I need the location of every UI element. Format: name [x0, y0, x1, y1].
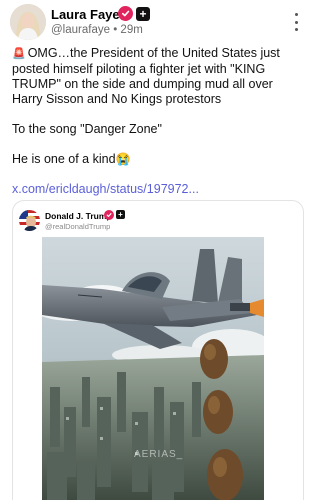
post-header: Laura Faye + @laurafaye • 29m — [10, 4, 305, 40]
embed-author-badges: + — [104, 210, 125, 220]
video-frame-image — [42, 237, 264, 500]
loudly-crying-emoji-icon: 😭 — [115, 152, 131, 166]
author-name[interactable]: Laura Faye — [51, 7, 120, 22]
more-dot — [294, 20, 298, 24]
post-text-1: OMG…the President of the United States j… — [12, 46, 280, 106]
post-paragraph: 🚨 OMG…the President of the United States … — [12, 46, 304, 107]
embed-author-avatar[interactable] — [19, 210, 40, 231]
post-time[interactable]: 29m — [120, 24, 142, 36]
embed-author-name[interactable]: Donald J. Trump — [45, 211, 112, 221]
author-badges: + — [118, 6, 150, 22]
author-meta: @laurafaye • 29m — [51, 24, 143, 36]
post-paragraph: x.com/ericldaugh/status/197972... — [12, 182, 304, 197]
embed-plus-badge-icon: + — [116, 210, 125, 219]
video-watermark: AERIAS_ — [134, 449, 184, 460]
embedded-video[interactable]: AERIAS_ — [42, 237, 264, 500]
post-paragraph: To the song "Danger Zone" — [12, 122, 304, 137]
post-text-2: To the song "Danger Zone" — [12, 122, 162, 136]
more-dot — [294, 28, 298, 31]
plus-badge-icon: + — [136, 7, 150, 21]
author-avatar[interactable] — [10, 4, 46, 40]
embed-verified-badge-icon — [104, 210, 114, 220]
more-vertical-icon — [294, 13, 298, 16]
police-light-emoji-icon: 🚨 — [12, 48, 26, 60]
post-text-3: He is one of a kind — [12, 152, 116, 166]
embed-author-handle[interactable]: @realDonaldTrump — [45, 222, 110, 231]
author-handle[interactable]: @laurafaye — [51, 24, 110, 36]
embedded-post[interactable]: Donald J. Trump + @realDonaldTrump AERIA… — [12, 200, 304, 500]
verified-badge-icon — [118, 6, 133, 21]
post-paragraph: He is one of a kind😭 — [12, 152, 304, 167]
meta-separator: • — [113, 24, 118, 36]
more-options-button[interactable] — [287, 11, 305, 33]
post-body: 🚨 OMG…the President of the United States … — [12, 46, 304, 212]
post-link[interactable]: x.com/ericldaugh/status/197972... — [12, 182, 199, 196]
